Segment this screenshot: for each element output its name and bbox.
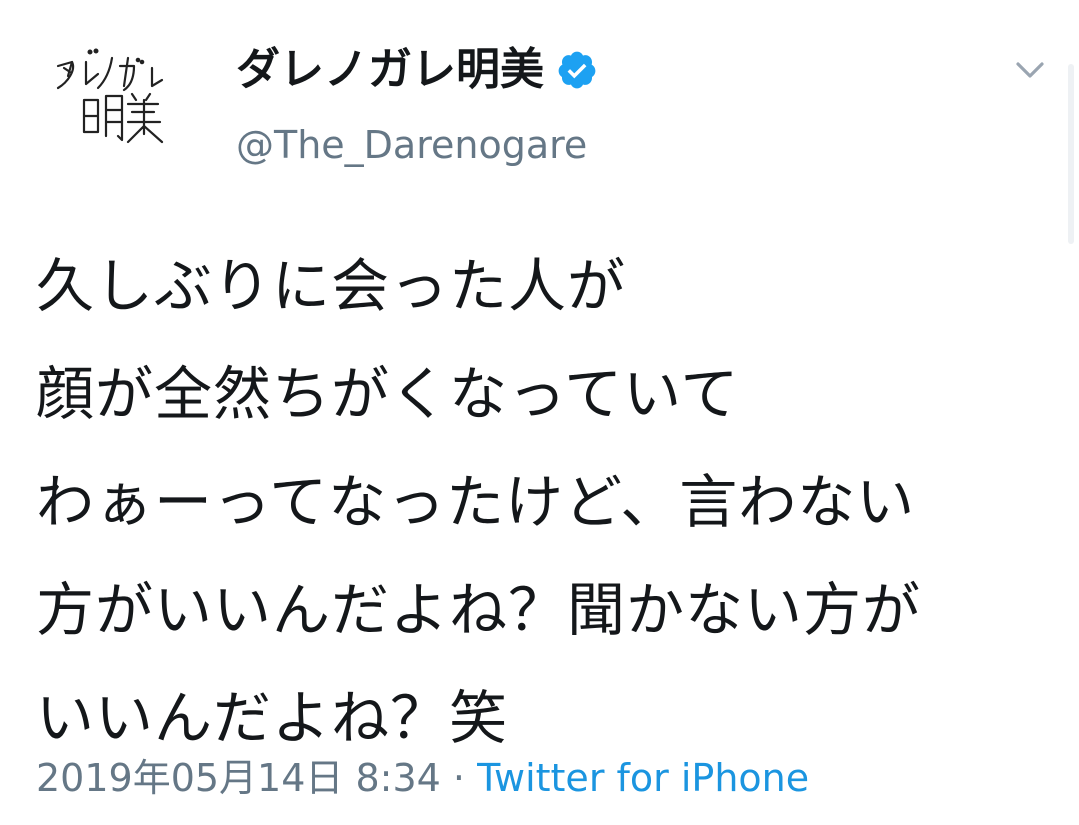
- tweet-text-line: 方がいいんだよね？聞かない方が: [36, 576, 922, 644]
- tweet-timestamp[interactable]: 2019年05月14日 8:34: [36, 756, 441, 800]
- tweet-text-line: わぁーってなったけど、言わない: [36, 468, 916, 536]
- handwritten-signature-avatar: [56, 48, 164, 144]
- display-name-row[interactable]: ダレノガレ明美: [236, 42, 598, 98]
- avatar[interactable]: [28, 36, 178, 156]
- tweet-text-line: 久しぶりに会った人が: [36, 252, 627, 320]
- tweet-text: 久しぶりに会った人が 顔が全然ちがくなっていて わぁーってなったけど、言わない …: [36, 232, 1046, 772]
- tweet-card: ダレノガレ明美 @The_Darenogare 久しぶりに会った人が 顔が全然ち…: [0, 0, 1079, 825]
- tweet-meta: 2019年05月14日 8:34 · Twitter for iPhone: [36, 752, 809, 804]
- chevron-down-icon: [1016, 62, 1044, 78]
- tweet-menu-button[interactable]: [1010, 52, 1050, 88]
- scrollbar[interactable]: [1068, 64, 1074, 244]
- meta-separator: ·: [440, 756, 478, 800]
- verified-badge-icon: [556, 49, 598, 91]
- tweet-source-link[interactable]: Twitter for iPhone: [477, 756, 809, 800]
- tweet-text-line: 顔が全然ちがくなっていて: [36, 360, 740, 428]
- user-handle[interactable]: @The_Darenogare: [236, 120, 587, 170]
- display-name[interactable]: ダレノガレ明美: [236, 42, 544, 98]
